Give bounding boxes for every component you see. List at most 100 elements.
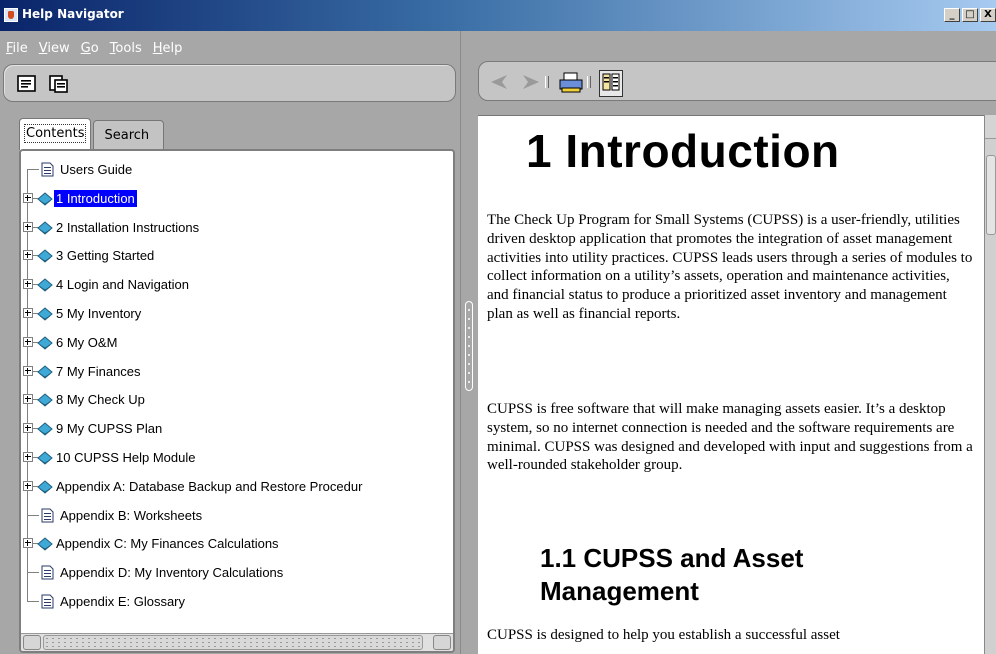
expand-plus-icon[interactable] bbox=[23, 423, 33, 434]
expand-plus-icon[interactable] bbox=[23, 480, 33, 491]
synchronize-icon[interactable] bbox=[48, 74, 70, 94]
expand-plus-icon[interactable] bbox=[23, 250, 33, 261]
toolbar-separator bbox=[545, 76, 549, 88]
expand-plus-icon[interactable] bbox=[23, 308, 33, 318]
tree-connector bbox=[27, 572, 39, 574]
contents-tree: Users Guide 1 Introduction 2 Installation … bbox=[21, 151, 453, 631]
tree-item-label: 9 My CUPSS Plan bbox=[56, 421, 163, 437]
expand-plus-icon[interactable] bbox=[23, 221, 33, 232]
menu-help-mnemonic: H bbox=[152, 41, 163, 56]
scroll-up-arrow-icon[interactable] bbox=[985, 115, 996, 139]
tree-item[interactable]: 3 Getting Started bbox=[21, 243, 453, 267]
tree-item[interactable]: 6 My O&M bbox=[21, 330, 453, 354]
book-icon bbox=[37, 451, 53, 465]
contents-tree-panel: Users Guide 1 Introduction 2 Installation … bbox=[19, 149, 455, 653]
tree-item-label: Appendix C: My Finances Calculations bbox=[56, 536, 279, 552]
toolbar-separator bbox=[587, 76, 591, 88]
window-title: Help Navigator bbox=[22, 7, 124, 21]
tree-item-label: Appendix B: Worksheets bbox=[60, 507, 203, 523]
menu-go-mnemonic: G bbox=[80, 41, 91, 56]
menu-view[interactable]: View bbox=[37, 39, 72, 59]
navigator-tabs: Contents Search bbox=[19, 118, 166, 150]
scroll-left-arrow-icon[interactable] bbox=[23, 635, 41, 650]
tree-item[interactable]: 8 My Check Up bbox=[21, 387, 453, 411]
java-app-icon bbox=[4, 8, 18, 22]
book-icon bbox=[37, 249, 53, 264]
menu-bar: File View Go Tools Help bbox=[0, 39, 187, 59]
tree-item-label: Appendix E: Glossary bbox=[60, 594, 186, 609]
document-paragraph-1: The Check Up Program for Small Systems (… bbox=[487, 212, 973, 322]
back-arrow-icon[interactable] bbox=[489, 72, 511, 95]
content-pane: 1 Introduction The Check Up Program for … bbox=[478, 31, 996, 654]
book-icon bbox=[37, 278, 53, 292]
book-icon bbox=[37, 537, 53, 552]
tab-contents[interactable]: Contents bbox=[19, 118, 92, 150]
document-paragraph-2: CUPSS is free software that will make ma… bbox=[487, 401, 973, 474]
minimize-button[interactable]: _ bbox=[944, 8, 960, 22]
tree-item[interactable]: Appendix E: Glossary bbox=[21, 589, 453, 613]
tab-contents-label: Contents bbox=[23, 124, 87, 143]
vertical-scrollbar[interactable] bbox=[984, 115, 996, 654]
tree-item-label: 10 CUPSS Help Module bbox=[56, 450, 196, 465]
horizontal-scrollbar[interactable] bbox=[21, 633, 453, 651]
menu-go[interactable]: Go bbox=[79, 39, 101, 59]
scroll-right-arrow-icon[interactable] bbox=[433, 635, 451, 650]
tab-search[interactable]: Search bbox=[93, 120, 165, 150]
tree-item-label: 8 My Check Up bbox=[56, 392, 145, 408]
tree-item[interactable]: 9 My CUPSS Plan bbox=[21, 416, 453, 440]
vertical-scroll-thumb[interactable] bbox=[986, 155, 996, 235]
expand-plus-icon[interactable] bbox=[23, 452, 33, 462]
hide-navigator-icon[interactable] bbox=[16, 74, 38, 94]
book-icon bbox=[37, 307, 53, 321]
menu-file[interactable]: File bbox=[4, 39, 30, 59]
menu-help[interactable]: Help bbox=[151, 39, 185, 59]
maximize-button[interactable]: □ bbox=[962, 8, 978, 22]
expand-plus-icon[interactable] bbox=[23, 394, 33, 405]
document-heading: 1 Introduction bbox=[526, 125, 840, 177]
tree-item[interactable]: 5 My Inventory bbox=[21, 301, 453, 325]
tree-item[interactable]: Appendix C: My Finances Calculations bbox=[21, 531, 453, 555]
tree-item[interactable]: Appendix B: Worksheets bbox=[21, 503, 453, 527]
book-icon bbox=[37, 422, 53, 436]
tree-item-label: Appendix A: Database Backup and Restore … bbox=[56, 478, 363, 494]
tree-item[interactable]: Appendix D: My Inventory Calculations bbox=[21, 560, 453, 584]
tree-connector bbox=[27, 514, 39, 516]
tree-item[interactable]: 4 Login and Navigation bbox=[21, 272, 453, 296]
expand-plus-icon[interactable] bbox=[23, 538, 33, 549]
window-controls: _ □ X bbox=[942, 8, 996, 22]
tree-item-label: 4 Login and Navigation bbox=[56, 277, 189, 293]
book-icon bbox=[37, 364, 53, 379]
menu-tools[interactable]: Tools bbox=[108, 39, 144, 59]
page-setup-icon[interactable] bbox=[599, 70, 623, 97]
menu-file-label: ile bbox=[12, 41, 28, 56]
tree-item[interactable]: 7 My Finances bbox=[21, 359, 453, 383]
expand-plus-icon[interactable] bbox=[23, 192, 33, 203]
tree-item[interactable]: Users Guide bbox=[21, 157, 453, 181]
splitter-grip-icon[interactable] bbox=[465, 301, 473, 391]
tree-item[interactable]: 10 CUPSS Help Module bbox=[21, 445, 453, 469]
close-button[interactable]: X bbox=[980, 8, 996, 22]
expand-plus-icon[interactable] bbox=[23, 365, 33, 376]
forward-arrow-icon[interactable] bbox=[519, 72, 541, 95]
page-icon bbox=[41, 565, 54, 580]
tree-item[interactable]: 2 Installation Instructions bbox=[21, 215, 453, 239]
book-icon bbox=[37, 480, 53, 494]
tab-search-label: Search bbox=[104, 128, 150, 143]
tree-item-label: Appendix D: My Inventory Calculations bbox=[60, 565, 284, 581]
document-paragraph-3: CUPSS is designed to help you establish … bbox=[487, 627, 840, 643]
tree-item-label: 6 My O&M bbox=[56, 334, 118, 350]
expand-plus-icon[interactable] bbox=[23, 279, 33, 290]
tree-item[interactable]: Appendix A: Database Backup and Restore … bbox=[21, 474, 453, 498]
menu-view-label: iew bbox=[47, 41, 70, 56]
print-icon[interactable] bbox=[559, 72, 583, 97]
help-document: 1 Introduction The Check Up Program for … bbox=[478, 115, 984, 654]
book-icon bbox=[37, 192, 53, 206]
horizontal-scroll-thumb[interactable] bbox=[43, 635, 423, 650]
pane-splitter[interactable] bbox=[460, 31, 478, 654]
tree-item-label: 7 My Finances bbox=[56, 363, 141, 379]
tree-item-label: 5 My Inventory bbox=[56, 306, 142, 321]
tree-item[interactable]: 1 Introduction bbox=[21, 186, 453, 210]
book-icon bbox=[37, 336, 53, 350]
expand-plus-icon[interactable] bbox=[23, 336, 33, 347]
page-icon bbox=[41, 594, 54, 609]
